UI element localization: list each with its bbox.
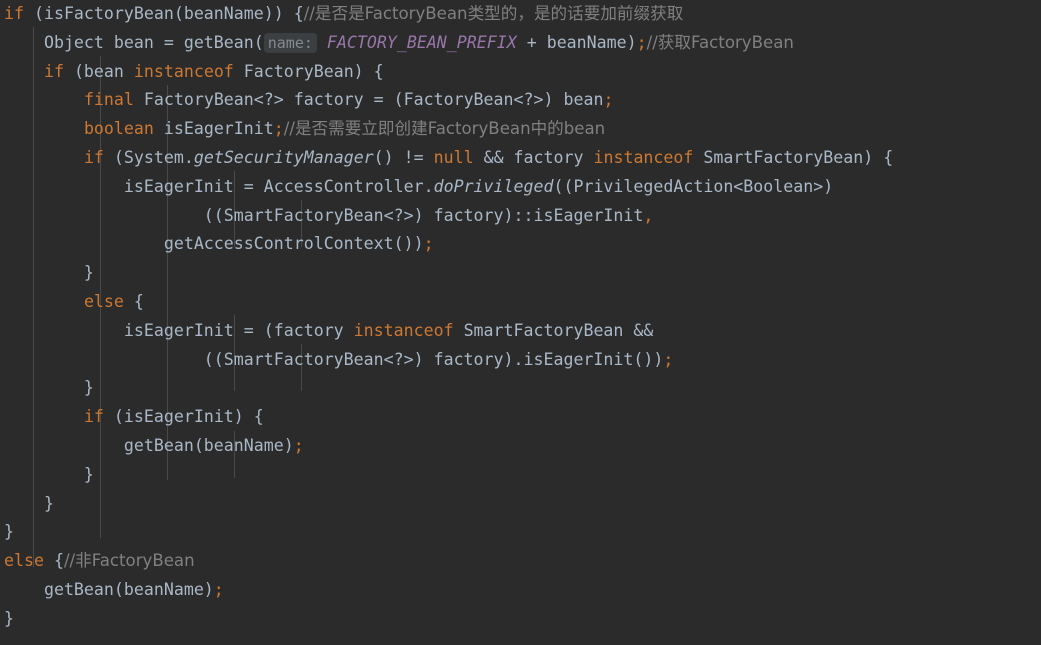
code-token-semi: ; (293, 435, 304, 455)
code-token-punc: } (4, 263, 94, 283)
code-line[interactable]: } (0, 259, 1041, 288)
code-token-id (317, 33, 327, 52)
code-line[interactable]: getBean(beanName); (0, 576, 1041, 605)
code-token-id: + beanName) (516, 32, 637, 52)
code-token-const: FACTORY_BEAN_PREFIX (326, 32, 517, 52)
code-line[interactable]: } (0, 518, 1041, 547)
code-line[interactable]: final FactoryBean<?> factory = (FactoryB… (0, 86, 1041, 115)
code-token-punc: } (4, 493, 54, 513)
code-token-kw: if (83, 147, 104, 167)
code-token-semi: ; (213, 579, 224, 599)
code-token-punc: } (4, 378, 94, 398)
code-line[interactable]: } (0, 461, 1041, 490)
code-token-kw: if (83, 407, 104, 427)
code-token-kw: if (43, 61, 64, 81)
code-line[interactable]: if (System.getSecurityManager() != null … (0, 144, 1041, 173)
code-token-kw: final (83, 90, 134, 110)
code-token-id: ((PrivilegedAction<Boolean>) (553, 176, 834, 196)
code-token-id (4, 90, 84, 109)
code-token-kw: else (83, 291, 124, 311)
code-content[interactable]: if (isFactoryBean(beanName)) {//是否是Facto… (0, 0, 1041, 634)
code-line[interactable]: else {//非FactoryBean (0, 547, 1041, 576)
code-token-kw: instanceof (353, 320, 454, 340)
code-token-semi: , (643, 205, 654, 225)
code-line[interactable]: } (0, 605, 1041, 634)
code-token-id: (System. (103, 147, 194, 167)
code-token-punc: { (123, 291, 144, 311)
code-line[interactable]: ((SmartFactoryBean<?>) factory).isEagerI… (0, 346, 1041, 375)
code-token-id: isEagerInit (153, 119, 274, 139)
code-token-id (4, 62, 44, 81)
code-line[interactable]: if (bean instanceof FactoryBean) { (0, 58, 1041, 87)
code-line[interactable]: getAccessControlContext()); (0, 230, 1041, 259)
code-token-id: Object bean = getBean( (4, 32, 264, 52)
code-token-cn: //是否是FactoryBean类型的，是的话要加前缀获取 (303, 4, 684, 23)
code-line[interactable]: else { (0, 288, 1041, 317)
code-token-id: SmartFactoryBean) { (693, 147, 894, 167)
code-token-id: (isEagerInit) { (103, 407, 264, 427)
code-token-kw: instanceof (593, 147, 694, 167)
code-line[interactable]: Object bean = getBean(name: FACTORY_BEAN… (0, 29, 1041, 58)
code-token-semi: ; (423, 234, 434, 254)
code-token-id: FactoryBean<?> factory = (FactoryBean<?>… (133, 90, 604, 110)
code-token-id: && factory (473, 147, 594, 167)
code-line[interactable]: } (0, 490, 1041, 519)
code-token-semi: ; (273, 119, 284, 139)
code-token-id: getAccessControlContext()) (4, 234, 424, 254)
code-line[interactable]: } (0, 374, 1041, 403)
code-token-id (4, 407, 84, 426)
code-token-hint[interactable]: name: (263, 32, 317, 53)
code-token-kw: null (433, 147, 474, 167)
code-line[interactable]: ((SmartFactoryBean<?>) factory)::isEager… (0, 202, 1041, 231)
code-line[interactable]: isEagerInit = AccessController.doPrivile… (0, 173, 1041, 202)
code-line[interactable]: getBean(beanName); (0, 432, 1041, 461)
code-token-punc: { (43, 551, 64, 571)
code-token-id (4, 119, 84, 138)
code-token-stm: doPrivileged (433, 176, 554, 196)
code-line[interactable]: if (isEagerInit) { (0, 403, 1041, 432)
code-token-semi: ; (663, 349, 674, 369)
code-token-cn: //非FactoryBean (63, 551, 195, 571)
code-line[interactable]: if (isFactoryBean(beanName)) {//是否是Facto… (0, 0, 1041, 29)
code-token-punc: } (4, 464, 94, 484)
code-token-id: SmartFactoryBean && (453, 320, 654, 340)
code-token-id: isEagerInit = (factory (4, 320, 354, 340)
code-token-id: ((SmartFactoryBean<?>) factory).isEagerI… (4, 349, 664, 369)
code-token-kw: boolean (83, 119, 154, 139)
code-token-semi: ; (603, 90, 614, 110)
code-token-punc: } (4, 522, 14, 542)
code-token-punc: (isFactoryBean(beanName)) { (23, 4, 304, 23)
code-token-stm: getSecurityManager (193, 147, 374, 167)
code-token-kw: instanceof (133, 61, 234, 81)
code-token-id: FactoryBean) { (233, 61, 384, 81)
code-token-cn: //是否需要立即创建FactoryBean中的bean (283, 119, 606, 139)
code-editor[interactable]: if (isFactoryBean(beanName)) {//是否是Facto… (0, 0, 1041, 645)
code-token-kw: if (4, 4, 24, 23)
code-token-kw: else (4, 551, 44, 571)
code-line[interactable]: isEagerInit = (factory instanceof SmartF… (0, 317, 1041, 346)
code-token-id: (bean (63, 61, 134, 81)
code-token-id: ((SmartFactoryBean<?>) factory)::isEager… (4, 205, 644, 225)
code-token-punc: } (4, 608, 14, 628)
code-token-id: () != (373, 147, 434, 167)
code-token-id (4, 292, 84, 311)
code-line[interactable]: boolean isEagerInit;//是否需要立即创建FactoryBea… (0, 115, 1041, 144)
code-token-semi: ; (636, 32, 647, 52)
code-token-id: getBean(beanName) (4, 435, 294, 455)
code-token-id: isEagerInit = AccessController. (4, 176, 434, 196)
code-token-id: getBean(beanName) (4, 579, 214, 599)
code-token-id (4, 148, 84, 167)
code-token-cn: //获取FactoryBean (646, 32, 794, 52)
